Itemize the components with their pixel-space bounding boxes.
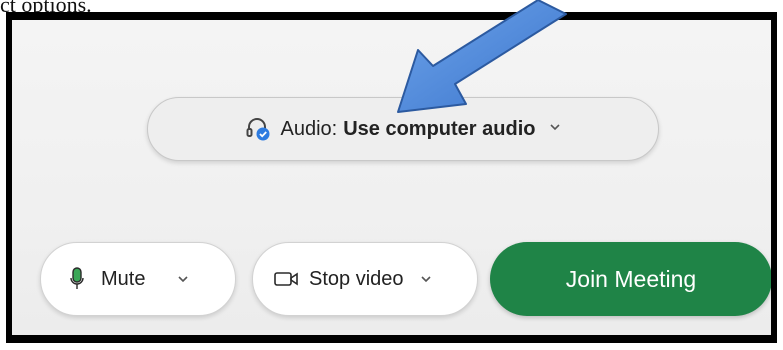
annotation-arrow xyxy=(397,0,567,113)
